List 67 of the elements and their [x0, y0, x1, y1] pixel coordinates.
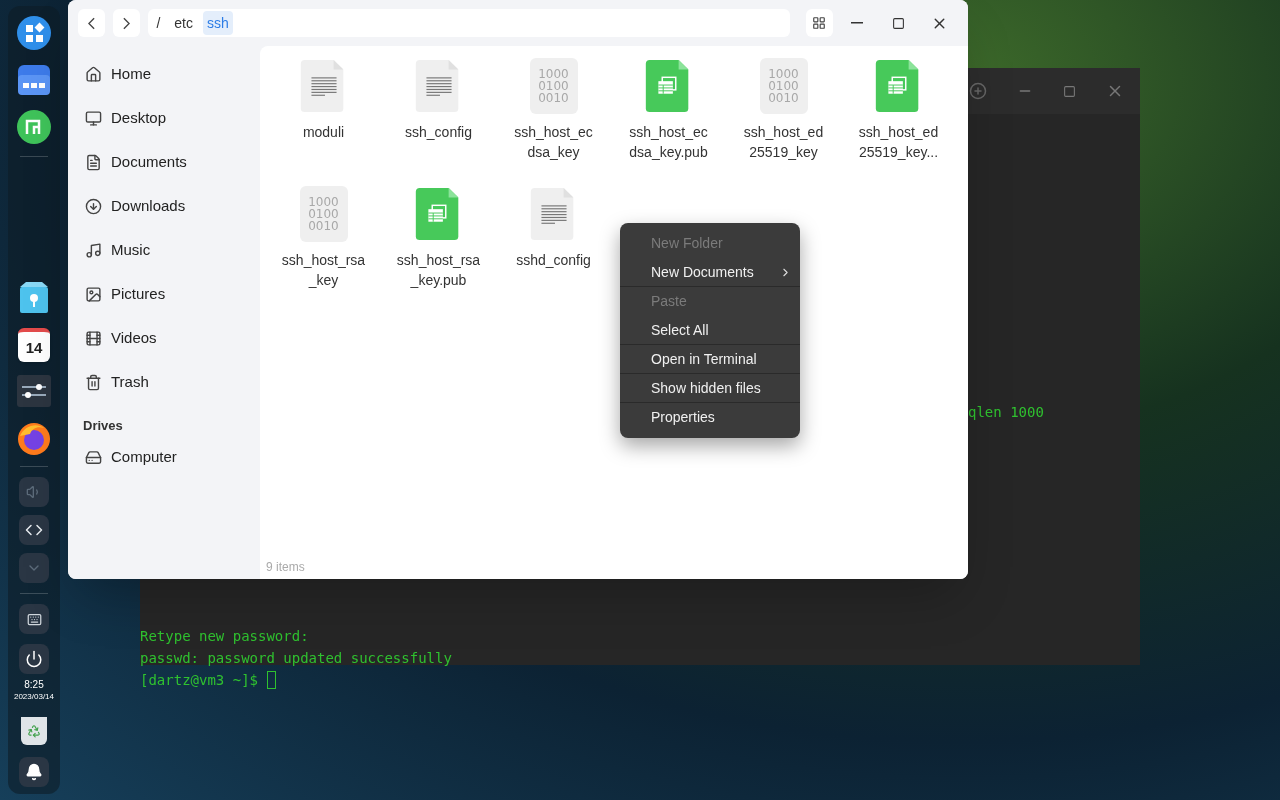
sidebar-item[interactable]: Trash [76, 360, 252, 404]
sidebar-item[interactable]: Desktop [76, 96, 252, 140]
file-item[interactable]: ssh_host_ec dsa_key.pub [611, 58, 726, 162]
breadcrumb-item[interactable]: / [152, 11, 165, 35]
clock-date: 2023/03/14 [13, 693, 54, 701]
sliders-icon[interactable] [17, 375, 51, 407]
calendar-icon[interactable]: 14 [18, 328, 50, 362]
trash-icon[interactable] [21, 717, 47, 745]
download-icon [85, 197, 102, 215]
document-icon [85, 153, 102, 171]
forward-button[interactable] [113, 9, 141, 37]
trash-icon [85, 373, 102, 391]
back-button[interactable] [78, 9, 106, 37]
grid-icon [812, 16, 827, 30]
power-icon[interactable] [19, 644, 49, 674]
file-item[interactable]: 1000 0100 0010 ssh_host_ec dsa_key [496, 58, 611, 162]
menu-item[interactable]: New Documents [620, 258, 800, 287]
terminal-line: passwd: password updated successfully [140, 649, 452, 668]
keyboard-icon[interactable] [19, 604, 49, 634]
add-tab-icon[interactable] [969, 82, 987, 100]
file-item[interactable]: 1000 0100 0010 ssh_host_rsa _key [266, 186, 381, 290]
menu-item[interactable]: Properties [620, 403, 800, 432]
monitor-icon [85, 109, 102, 127]
menu-item[interactable]: Open in Terminal [620, 345, 800, 374]
item-count: 9 items [266, 559, 306, 576]
maximize-icon[interactable] [1063, 84, 1076, 98]
sidebar-heading: Drives [82, 417, 124, 435]
speaker-icon[interactable] [19, 477, 49, 507]
file-item[interactable]: ssh_config [381, 58, 496, 162]
file-item[interactable]: sshd_config [496, 186, 611, 290]
sidebar-item[interactable]: Music [76, 228, 252, 272]
menu-item[interactable]: Show hidden files [620, 374, 800, 403]
back-icon [88, 16, 96, 30]
binary-file-icon: 1000 0100 0010 [299, 186, 348, 242]
home-icon [85, 65, 102, 83]
menu-item[interactable]: Select All [620, 316, 800, 345]
view-mode-button[interactable] [805, 9, 833, 37]
music-note-icon [85, 241, 102, 259]
launcher-icon[interactable] [17, 16, 51, 50]
breadcrumb-item[interactable]: etc [170, 11, 197, 35]
terminal-line: Retype new password: [140, 627, 310, 646]
minimize-icon [851, 22, 864, 24]
file-item[interactable]: ssh_host_rsa _key.pub [381, 186, 496, 290]
sidebar-item[interactable]: Home [76, 52, 252, 96]
terminal-prompt: [dartz@vm3 ~]$ [140, 671, 258, 690]
binary-file-icon: 1000 0100 0010 [759, 58, 808, 114]
browser-icon[interactable] [16, 420, 52, 456]
sidebar-item[interactable]: Videos [76, 316, 252, 360]
sidebar-item[interactable]: Pictures [76, 272, 252, 316]
breadcrumb-item[interactable]: ssh [203, 11, 233, 35]
maximize-icon [892, 16, 905, 30]
file-item[interactable]: 1000 0100 0010 ssh_host_ed 25519_key [726, 58, 841, 162]
file-item[interactable]: ssh_host_ed 25519_key... [841, 58, 956, 162]
terminal-line: qlen 1000 [968, 403, 1044, 422]
code-icon[interactable] [19, 515, 49, 545]
forward-icon [123, 16, 131, 30]
sidebar-item[interactable]: Downloads [76, 184, 252, 228]
notification-icon[interactable] [19, 757, 49, 787]
film-icon [85, 329, 102, 347]
drive-icon [85, 449, 102, 466]
clock-time: 8:25 [24, 680, 44, 690]
sidebar-item[interactable]: Documents [76, 140, 252, 184]
image-icon [85, 285, 102, 303]
cursor [267, 671, 276, 689]
binary-file-icon: 1000 0100 0010 [529, 58, 578, 114]
file-item[interactable]: moduli [266, 58, 381, 162]
sidebar-item[interactable]: Computer [76, 435, 252, 480]
